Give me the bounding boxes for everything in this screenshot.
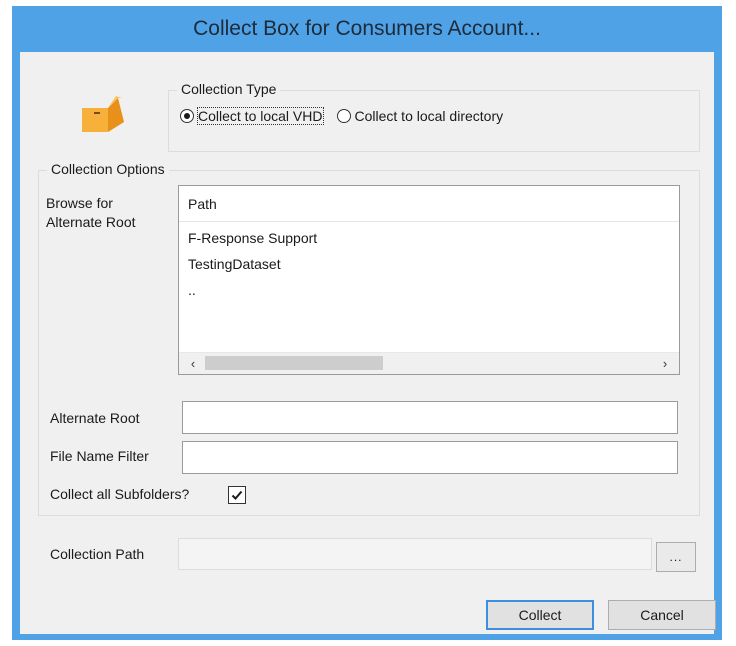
collection-path-field <box>178 538 652 570</box>
title-bar[interactable]: Collect Box for Consumers Account... <box>12 6 722 52</box>
checkmark-icon <box>231 490 243 500</box>
alternate-root-field[interactable] <box>182 401 678 434</box>
file-name-filter-label: File Name Filter <box>50 448 149 464</box>
scroll-thumb[interactable] <box>205 356 383 370</box>
collection-type-radios: Collect to local VHD Collect to local di… <box>180 107 517 125</box>
cancel-button[interactable]: Cancel <box>608 600 716 630</box>
radio-local-vhd-label[interactable]: Collect to local VHD <box>197 107 324 125</box>
alternate-root-input[interactable] <box>183 402 677 433</box>
window-title: Collect Box for Consumers Account... <box>193 17 541 40</box>
collect-button[interactable]: Collect <box>486 600 594 630</box>
path-column-header-label: Path <box>188 195 217 212</box>
path-column-header[interactable]: Path <box>179 186 679 222</box>
collect-subfolders-checkbox[interactable] <box>228 486 246 504</box>
list-item[interactable]: .. <box>179 277 679 303</box>
collection-options-legend: Collection Options <box>47 161 169 177</box>
file-name-filter-field[interactable] <box>182 441 678 474</box>
collection-path-label: Collection Path <box>50 546 145 562</box>
dialog-body: Collection Type Collect to local VHD Col… <box>20 52 716 634</box>
scroll-left-arrow-icon[interactable]: ‹ <box>185 355 201 371</box>
list-item[interactable]: F-Response Support <box>179 225 679 251</box>
dialog-window: Collect Box for Consumers Account... Col… <box>12 6 722 640</box>
browse-path-button-label: ... <box>669 550 683 564</box>
list-item-label: F-Response Support <box>188 230 318 246</box>
list-item[interactable]: TestingDataset <box>179 251 679 277</box>
cancel-button-label: Cancel <box>640 607 684 623</box>
radio-unselected-indicator[interactable] <box>336 109 351 123</box>
file-name-filter-input[interactable] <box>183 442 677 473</box>
browse-label-line2: Alternate Root <box>46 214 136 230</box>
radio-local-directory-label[interactable]: Collect to local directory <box>355 108 504 124</box>
collect-subfolders-label: Collect all Subfolders? <box>50 486 190 502</box>
list-item-label: TestingDataset <box>188 256 281 272</box>
collect-button-label: Collect <box>518 607 562 623</box>
collection-type-legend: Collection Type <box>177 81 281 97</box>
radio-local-directory[interactable]: Collect to local directory <box>336 108 504 124</box>
cardboard-box-icon <box>82 96 124 132</box>
scroll-right-arrow-icon[interactable]: › <box>657 355 673 371</box>
browse-label-line1: Browse for <box>46 195 113 211</box>
horizontal-scrollbar[interactable]: ‹ › <box>179 352 679 374</box>
alternate-root-label: Alternate Root <box>50 410 140 426</box>
radio-local-vhd[interactable]: Collect to local VHD <box>180 107 324 125</box>
radio-selected-indicator[interactable] <box>180 109 194 123</box>
browse-alternate-root-label: Browse for Alternate Root <box>46 194 136 232</box>
path-list[interactable]: Path F-Response Support TestingDataset .… <box>178 185 680 375</box>
list-item-label: .. <box>188 282 196 298</box>
browse-path-button[interactable]: ... <box>656 542 696 572</box>
